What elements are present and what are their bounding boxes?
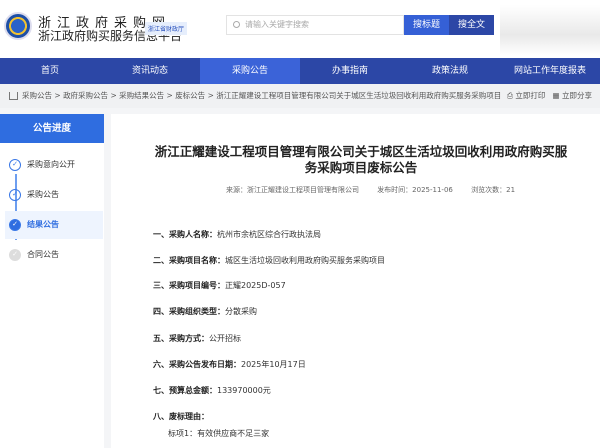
nav-guide[interactable]: 办事指南 bbox=[300, 58, 400, 84]
step-label: 合同公告 bbox=[27, 250, 59, 259]
header: 浙江政府采购网 浙江政府购买服务信息平台 浙江省财政厅 请输入关键字搜索 搜标题… bbox=[0, 0, 600, 58]
progress-sidebar: 公告进度 ✓ 采购意向公开 ✓ 采购公告 ✓ 结果公告 ✓ 合同公告 bbox=[0, 114, 104, 448]
nav-announcements[interactable]: 采购公告 bbox=[200, 58, 300, 84]
sidebar-title: 公告进度 bbox=[0, 114, 104, 143]
field-row: 七、预算总金额：133970000元 bbox=[153, 385, 271, 396]
search-placeholder: 请输入关键字搜索 bbox=[245, 20, 309, 29]
breadcrumb-item[interactable]: 废标公告 bbox=[175, 91, 205, 100]
field-row: 六、采购公告发布日期：2025年10月17日 bbox=[153, 359, 306, 370]
nav-home[interactable]: 首页 bbox=[0, 58, 100, 84]
breadcrumb-item[interactable]: 采购公告 bbox=[22, 91, 52, 100]
field-row: 四、采购组织类型：分散采购 bbox=[153, 306, 257, 317]
step-label: 采购公告 bbox=[27, 190, 59, 199]
share-button[interactable]: 立即分享 bbox=[562, 91, 592, 100]
step-label: 结果公告 bbox=[27, 220, 59, 229]
step-intent[interactable]: ✓ 采购意向公开 bbox=[5, 151, 103, 179]
print-icon: ⎙ bbox=[507, 91, 513, 100]
article: 浙江正耀建设工程项目管理有限公司关于城区生活垃圾回收利用政府购买服务采购项目废标… bbox=[111, 114, 600, 448]
logo[interactable] bbox=[4, 12, 32, 40]
check-icon: ✓ bbox=[9, 159, 21, 171]
article-meta: 来源：浙江正耀建设工程项目管理有限公司 发布时间：2025-11-06 浏览次数… bbox=[111, 185, 600, 195]
check-icon: ✓ bbox=[9, 249, 21, 261]
header-decoration bbox=[500, 5, 600, 55]
step-result[interactable]: ✓ 结果公告 bbox=[5, 211, 103, 239]
main-nav: 首页 资讯动态 采购公告 办事指南 政策法规 网站工作年度报表 bbox=[0, 58, 600, 84]
step-contract[interactable]: ✓ 合同公告 bbox=[5, 241, 103, 269]
nav-annual-report[interactable]: 网站工作年度报表 bbox=[500, 58, 600, 84]
article-views: 浏览次数：21 bbox=[471, 186, 515, 194]
nav-policy[interactable]: 政策法规 bbox=[400, 58, 500, 84]
search-fulltext-button[interactable]: 搜全文 bbox=[449, 15, 494, 35]
cancel-reason: 标项1：有效供应商不足三家 bbox=[168, 428, 269, 439]
nav-news[interactable]: 资讯动态 bbox=[100, 58, 200, 84]
breadcrumb: 采购公告 > 政府采购公告 > 采购结果公告 > 废标公告 > 浙江正耀建设工程… bbox=[0, 84, 600, 108]
step-label: 采购意向公开 bbox=[27, 160, 75, 169]
qr-icon: ▦ bbox=[553, 91, 560, 100]
breadcrumb-item[interactable]: 采购结果公告 bbox=[119, 91, 164, 100]
search-input[interactable]: 请输入关键字搜索 bbox=[226, 15, 404, 35]
search-title-button[interactable]: 搜标题 bbox=[404, 15, 449, 35]
article-date: 发布时间：2025-11-06 bbox=[377, 186, 453, 194]
field-row: 三、采购项目编号：正耀2025D-057 bbox=[153, 280, 286, 291]
field-row: 一、采购人名称：杭州市余杭区综合行政执法局 bbox=[153, 229, 321, 240]
check-icon: ✓ bbox=[9, 189, 21, 201]
site-tag: 浙江省财政厅 bbox=[145, 22, 187, 35]
breadcrumb-item[interactable]: 政府采购公告 bbox=[63, 91, 108, 100]
field-row: 二、采购项目名称：城区生活垃圾回收利用政府购买服务采购项目 bbox=[153, 255, 385, 266]
check-icon: ✓ bbox=[9, 219, 21, 231]
field-row: 八、废标理由： bbox=[153, 411, 209, 422]
breadcrumb-current: 浙江正耀建设工程项目管理有限公司关于城区生活垃圾回收利用政府购买服务采购项目废标… bbox=[216, 91, 523, 100]
article-source: 来源：浙江正耀建设工程项目管理有限公司 bbox=[226, 186, 359, 194]
article-title: 浙江正耀建设工程项目管理有限公司关于城区生活垃圾回收利用政府购买服务采购项目废标… bbox=[151, 144, 571, 176]
print-button[interactable]: 立即打印 bbox=[515, 91, 545, 100]
field-row: 五、采购方式：公开招标 bbox=[153, 333, 241, 344]
search-icon bbox=[233, 21, 240, 28]
step-announcement[interactable]: ✓ 采购公告 bbox=[5, 181, 103, 209]
home-icon[interactable] bbox=[9, 92, 18, 100]
